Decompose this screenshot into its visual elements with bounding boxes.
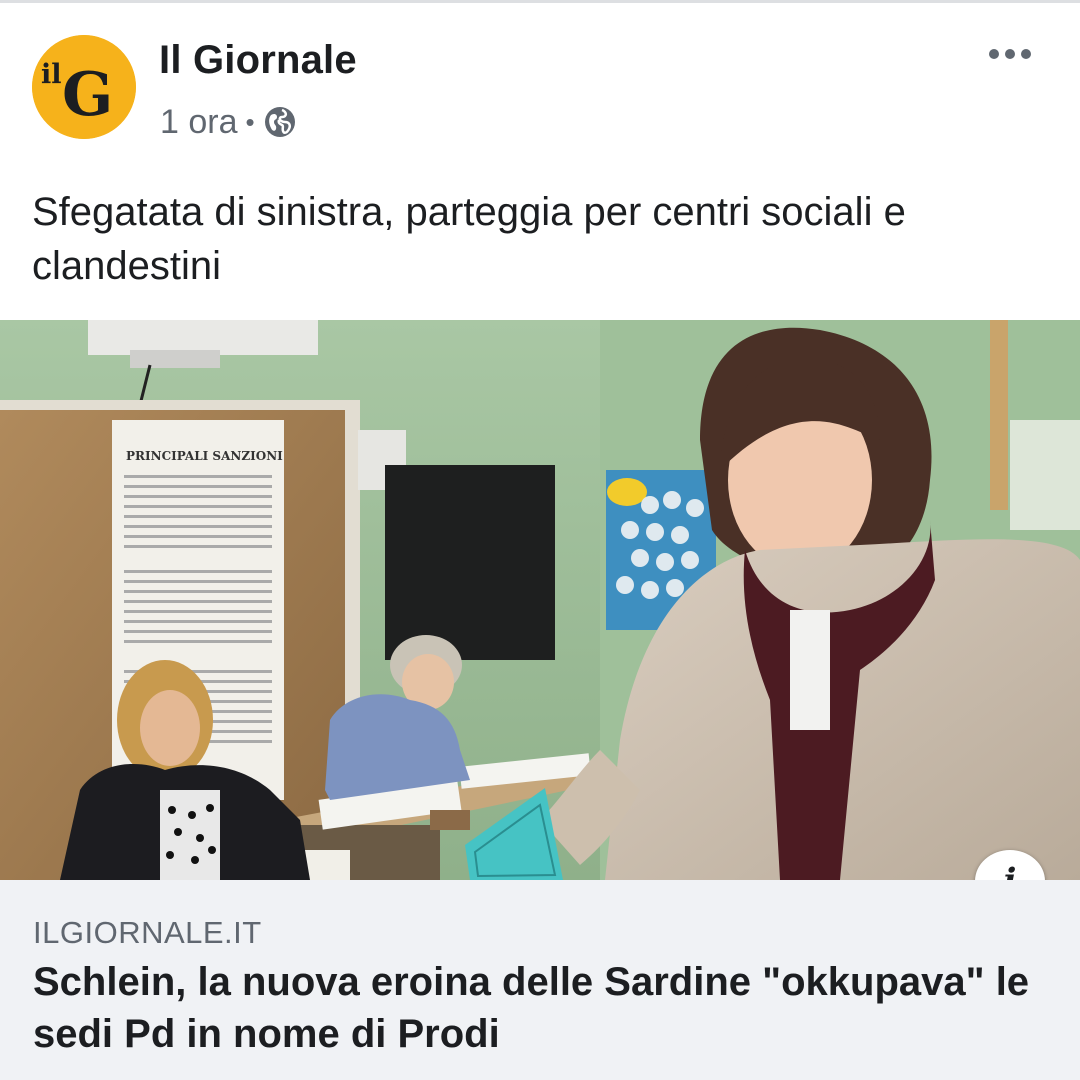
post-text: Sfegatata di sinistra, parteggia per cen…: [32, 190, 906, 288]
post-meta: 1 ora •: [160, 101, 297, 143]
logo-text-small: il: [41, 59, 62, 90]
article-photo[interactable]: PRINCIPALI SANZIONI: [0, 320, 1080, 880]
more-horizontal-icon: [989, 49, 1031, 59]
link-title[interactable]: Schlein, la nuova eroina delle Sardine "…: [33, 956, 1043, 1060]
more-options-button[interactable]: [980, 36, 1040, 72]
photo-illustration: PRINCIPALI SANZIONI: [0, 320, 1080, 880]
globe-icon[interactable]: [263, 105, 297, 139]
il-giornale-logo: il G: [32, 35, 136, 139]
meta-separator: •: [245, 106, 255, 137]
link-domain: ILGIORNALE.IT: [33, 915, 262, 950]
poster-heading: PRINCIPALI SANZIONI: [126, 449, 283, 463]
page-name[interactable]: Il Giornale: [159, 38, 357, 83]
facebook-post: il G Il Giornale 1 ora • Sfegatata di si…: [0, 0, 1080, 1080]
post-header: il G Il Giornale 1 ora •: [0, 0, 1080, 170]
logo-text-large: G: [62, 60, 113, 130]
post-time[interactable]: 1 ora: [160, 103, 238, 142]
link-preview[interactable]: ILGIORNALE.IT Schlein, la nuova eroina d…: [0, 880, 1080, 1080]
page-avatar[interactable]: il G: [32, 35, 136, 139]
